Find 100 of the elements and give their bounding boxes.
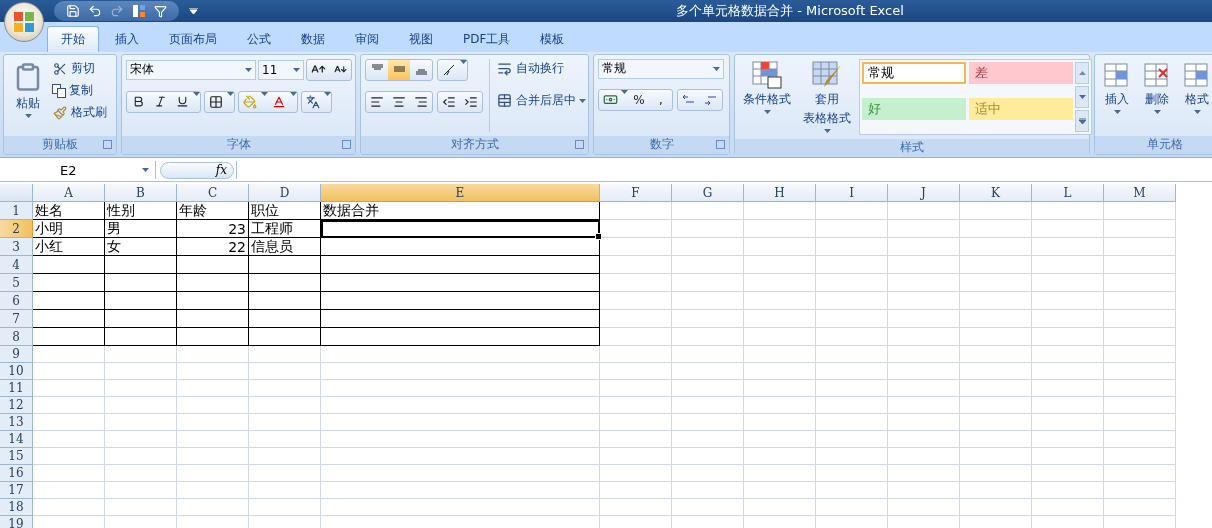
dropdown-caret-icon[interactable] bbox=[293, 67, 300, 72]
dropdown-caret-icon[interactable] bbox=[245, 67, 252, 72]
dropdown-caret-icon[interactable] bbox=[1113, 109, 1121, 114]
ribbon-tab[interactable]: 模板 bbox=[526, 25, 579, 52]
dropdown-caret-icon[interactable] bbox=[324, 91, 331, 96]
redo-icon[interactable] bbox=[110, 4, 124, 18]
row-header[interactable]: 13 bbox=[0, 414, 33, 432]
layout-icon[interactable] bbox=[132, 4, 146, 18]
row-header[interactable]: 9 bbox=[0, 346, 33, 364]
column-header[interactable]: C bbox=[177, 184, 249, 203]
spreadsheet-cell[interactable]: 男 bbox=[105, 220, 177, 239]
select-all-button[interactable] bbox=[0, 184, 33, 203]
row-header[interactable]: 12 bbox=[0, 397, 33, 415]
spreadsheet-cell[interactable]: 小明 bbox=[33, 220, 105, 239]
column-header[interactable]: D bbox=[249, 184, 321, 203]
spreadsheet-cell[interactable]: 年龄 bbox=[177, 202, 249, 221]
dialog-launcher-icon[interactable] bbox=[342, 139, 351, 149]
dropdown-caret-icon[interactable] bbox=[621, 89, 628, 94]
insert-function-button[interactable]: fx bbox=[160, 161, 234, 179]
cell-style-option[interactable]: 差 bbox=[969, 61, 1073, 84]
row-header[interactable]: 10 bbox=[0, 363, 33, 381]
cut-button[interactable]: 剪切 bbox=[52, 58, 95, 79]
vertical-align-button[interactable] bbox=[388, 59, 410, 80]
dropdown-caret-icon[interactable] bbox=[763, 109, 771, 114]
column-header[interactable]: I bbox=[816, 184, 888, 203]
comma-button[interactable]: , bbox=[650, 89, 672, 110]
name-box[interactable]: E2 bbox=[0, 161, 156, 180]
format-painter-button[interactable]: 格式刷 bbox=[52, 102, 107, 123]
spreadsheet-cell[interactable]: 性别 bbox=[105, 202, 177, 221]
column-header[interactable]: L bbox=[1032, 184, 1104, 203]
row-header[interactable]: 17 bbox=[0, 482, 33, 500]
row-header[interactable]: 2 bbox=[0, 220, 33, 239]
ribbon-tab[interactable]: 页面布局 bbox=[155, 25, 231, 52]
row-header[interactable]: 7 bbox=[0, 310, 33, 329]
dropdown-caret-icon[interactable] bbox=[713, 66, 720, 71]
column-header[interactable]: B bbox=[105, 184, 177, 203]
table-format-button[interactable]: 套用 表格格式 bbox=[799, 58, 855, 135]
customize-caret-icon[interactable] bbox=[189, 8, 198, 14]
dropdown-caret-icon[interactable] bbox=[1153, 109, 1161, 114]
ribbon-tab[interactable]: 视图 bbox=[395, 25, 447, 52]
column-header[interactable]: A bbox=[33, 184, 105, 203]
fill-handle[interactable] bbox=[595, 233, 602, 241]
row-header[interactable]: 4 bbox=[0, 256, 33, 275]
spreadsheet-cell[interactable]: 22 bbox=[177, 238, 249, 257]
dialog-launcher-icon[interactable] bbox=[103, 139, 112, 149]
dialog-launcher-icon[interactable] bbox=[716, 139, 725, 149]
ribbon-tab[interactable]: PDF工具 bbox=[449, 25, 525, 52]
dropdown-caret-icon[interactable] bbox=[24, 113, 32, 118]
column-header[interactable]: K bbox=[960, 184, 1032, 203]
dropdown-caret-icon[interactable] bbox=[193, 91, 200, 96]
row-header[interactable]: 19 bbox=[0, 516, 33, 528]
office-button[interactable] bbox=[4, 2, 44, 42]
ribbon-tab[interactable]: 公式 bbox=[233, 25, 285, 52]
spreadsheet-cell[interactable]: 女 bbox=[105, 238, 177, 257]
row-header[interactable]: 16 bbox=[0, 465, 33, 483]
column-header[interactable]: H bbox=[744, 184, 816, 203]
column-header[interactable]: F bbox=[600, 184, 672, 203]
percent-button[interactable]: % bbox=[628, 89, 650, 110]
spreadsheet-cell[interactable]: 姓名 bbox=[33, 202, 105, 221]
scroll-down-icon[interactable] bbox=[1075, 85, 1089, 108]
save-icon[interactable] bbox=[66, 4, 80, 18]
row-header[interactable]: 1 bbox=[0, 202, 33, 221]
row-header[interactable]: 11 bbox=[0, 380, 33, 398]
ribbon-tab[interactable]: 数据 bbox=[287, 25, 339, 52]
row-header[interactable]: 15 bbox=[0, 448, 33, 466]
merge-center-button[interactable]: 合并后居中 bbox=[496, 90, 586, 111]
row-header[interactable]: 3 bbox=[0, 238, 33, 257]
delete-button[interactable]: 删除 bbox=[1139, 58, 1175, 132]
number-format-field[interactable]: 常规 bbox=[598, 58, 724, 79]
row-header[interactable]: 8 bbox=[0, 328, 33, 347]
dropdown-caret-icon[interactable] bbox=[142, 168, 149, 173]
dropdown-caret-icon[interactable] bbox=[290, 91, 297, 96]
column-header[interactable]: M bbox=[1104, 184, 1176, 203]
scroll-up-icon[interactable] bbox=[1075, 61, 1089, 84]
dropdown-caret-icon[interactable] bbox=[227, 91, 234, 96]
paste-button[interactable]: 粘贴 bbox=[8, 58, 48, 132]
dropdown-caret-icon[interactable] bbox=[579, 98, 586, 103]
row-header[interactable]: 5 bbox=[0, 274, 33, 293]
dropdown-caret-icon[interactable] bbox=[823, 128, 831, 133]
active-cell[interactable] bbox=[321, 220, 600, 239]
column-header[interactable]: J bbox=[888, 184, 960, 203]
row-header[interactable]: 18 bbox=[0, 499, 33, 517]
format-button[interactable]: 格式 bbox=[1179, 58, 1212, 132]
font-name-field[interactable]: 宋体 bbox=[126, 59, 256, 80]
spreadsheet-cell[interactable]: 数据合并 bbox=[321, 202, 600, 221]
dialog-launcher-icon[interactable] bbox=[575, 139, 584, 149]
ribbon-tab[interactable]: 审阅 bbox=[341, 25, 393, 52]
font-size-field[interactable]: 11 bbox=[258, 59, 304, 80]
conditional-format-button[interactable]: 条件格式 bbox=[739, 58, 795, 135]
spreadsheet-cell[interactable]: 职位 bbox=[249, 202, 321, 221]
spreadsheet-cell[interactable]: 工程师 bbox=[249, 220, 321, 239]
spreadsheet-cell[interactable]: 23 bbox=[177, 220, 249, 239]
ribbon-tab[interactable]: 插入 bbox=[101, 25, 153, 52]
dropdown-caret-icon[interactable] bbox=[261, 91, 268, 96]
cell-style-option[interactable]: 常规 bbox=[862, 61, 966, 84]
row-header[interactable]: 14 bbox=[0, 431, 33, 449]
dropdown-caret-icon[interactable] bbox=[1193, 109, 1201, 114]
column-header[interactable]: G bbox=[672, 184, 744, 203]
filter-icon[interactable] bbox=[154, 4, 167, 18]
copy-button[interactable]: 复制 bbox=[52, 80, 93, 101]
